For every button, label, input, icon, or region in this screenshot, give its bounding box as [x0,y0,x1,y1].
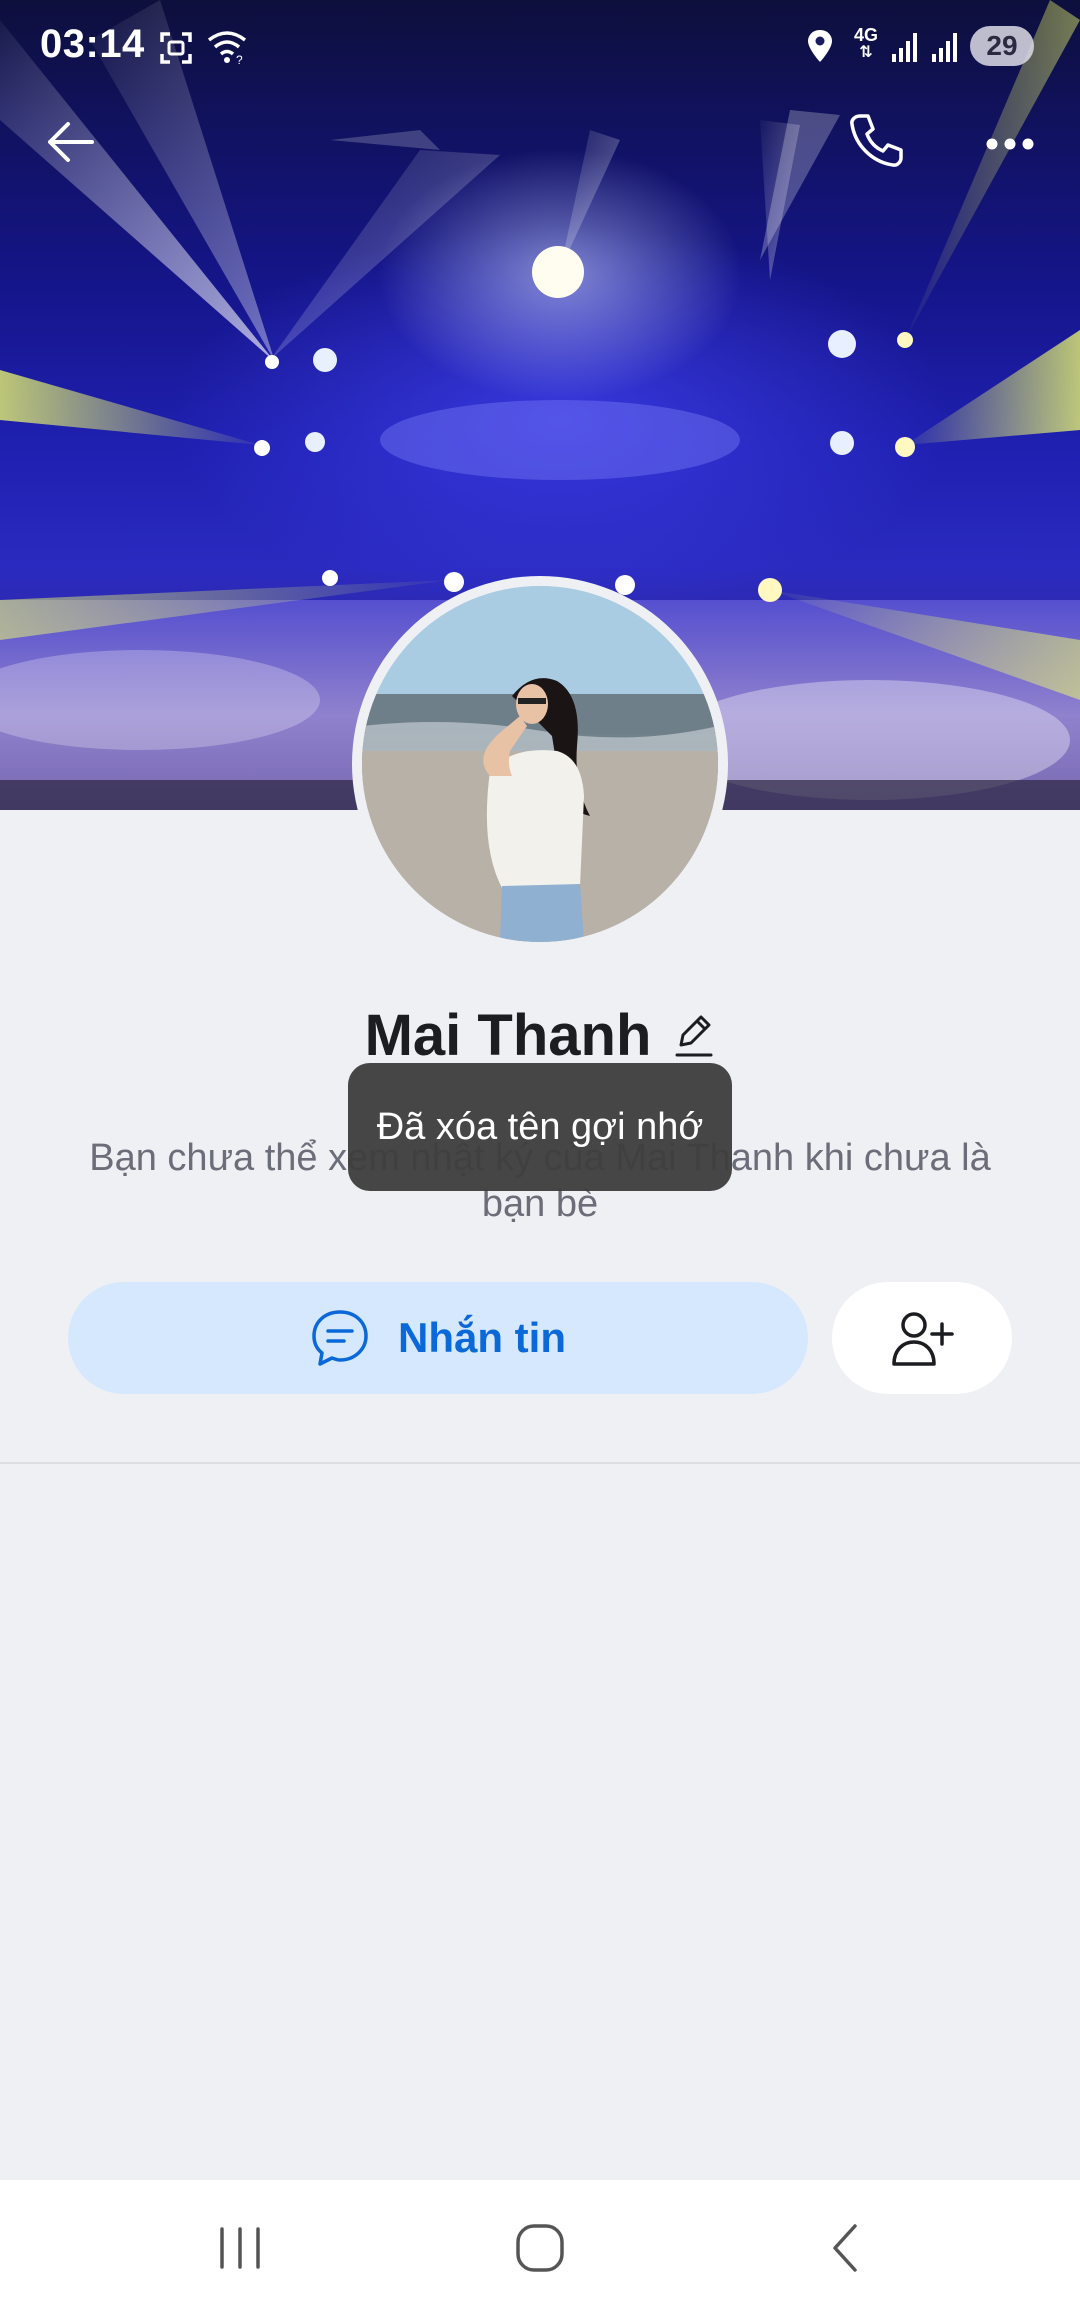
add-friend-icon [892,1312,954,1366]
add-friend-button[interactable] [832,1282,1012,1394]
more-icon [986,138,1034,150]
battery-indicator: 29 [970,26,1034,66]
avatar[interactable] [352,576,728,952]
message-button-label: Nhắn tin [398,1314,566,1361]
more-button[interactable] [982,124,1042,164]
wifi-icon: ? [207,31,247,66]
network-type: 4G ⇅ [850,26,882,62]
system-back-button[interactable] [786,2180,906,2316]
recents-icon [220,2227,260,2269]
signal-icon [932,33,957,62]
call-button[interactable] [846,110,916,180]
back-button[interactable] [40,112,120,172]
recents-button[interactable] [180,2180,300,2316]
back-icon [833,2224,857,2272]
edit-nickname-icon[interactable] [673,1011,715,1059]
location-icon [808,30,832,62]
avatar-person-graphic [362,586,718,942]
signal-icon [892,33,917,62]
home-icon [516,2224,564,2272]
status-time: 03:14 [40,22,145,66]
status-bar: 03:14 ? 4G ⇅ 29 [0,0,1080,92]
system-navigation-bar [0,2180,1080,2316]
back-arrow-icon [48,122,94,162]
avatar-photo [362,586,718,942]
home-button[interactable] [480,2180,600,2316]
svg-text:?: ? [236,53,243,66]
profile-name: Mai Thanh [364,1002,652,1068]
profile-screen: 03:14 ? 4G ⇅ 29 Mai Thanh Bạn chưa thể T… [0,0,1080,2316]
data-arrows-icon: ⇅ [859,44,873,61]
phone-icon [850,114,903,167]
chat-icon [312,1310,368,1366]
screenshot-icon [160,32,192,64]
message-button[interactable]: Nhắn tin [68,1282,808,1394]
toast-message: Đã xóa tên gợi nhớ [348,1063,732,1191]
section-divider [0,1462,1080,1464]
